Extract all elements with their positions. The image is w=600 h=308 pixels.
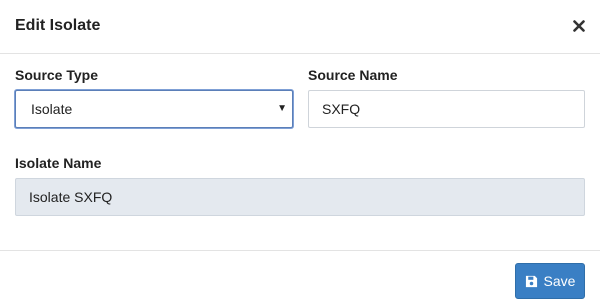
source-name-input[interactable]: SXFQ <box>308 90 585 128</box>
source-name-label: Source Name <box>308 67 398 83</box>
source-type-label: Source Type <box>15 67 98 83</box>
caret-down-icon: ▼ <box>277 103 287 114</box>
save-label: Save <box>543 273 576 289</box>
dialog-header: Edit Isolate <box>0 0 600 54</box>
source-type-value: Isolate <box>31 101 73 117</box>
dialog-footer: Save <box>0 250 600 308</box>
dialog-title: Edit Isolate <box>15 17 101 34</box>
edit-isolate-dialog: Edit Isolate Source Type Isolate ▼ Sourc… <box>0 0 600 308</box>
save-button[interactable]: Save <box>515 263 585 299</box>
close-icon <box>573 20 585 32</box>
source-name-value: SXFQ <box>322 101 361 117</box>
isolate-name-value: Isolate SXFQ <box>29 189 113 205</box>
floppy-disk-icon <box>525 275 537 287</box>
isolate-name-label: Isolate Name <box>15 155 102 171</box>
source-type-select[interactable]: Isolate ▼ <box>15 90 293 128</box>
close-button[interactable] <box>568 15 590 37</box>
isolate-name-field: Isolate SXFQ <box>15 178 585 216</box>
